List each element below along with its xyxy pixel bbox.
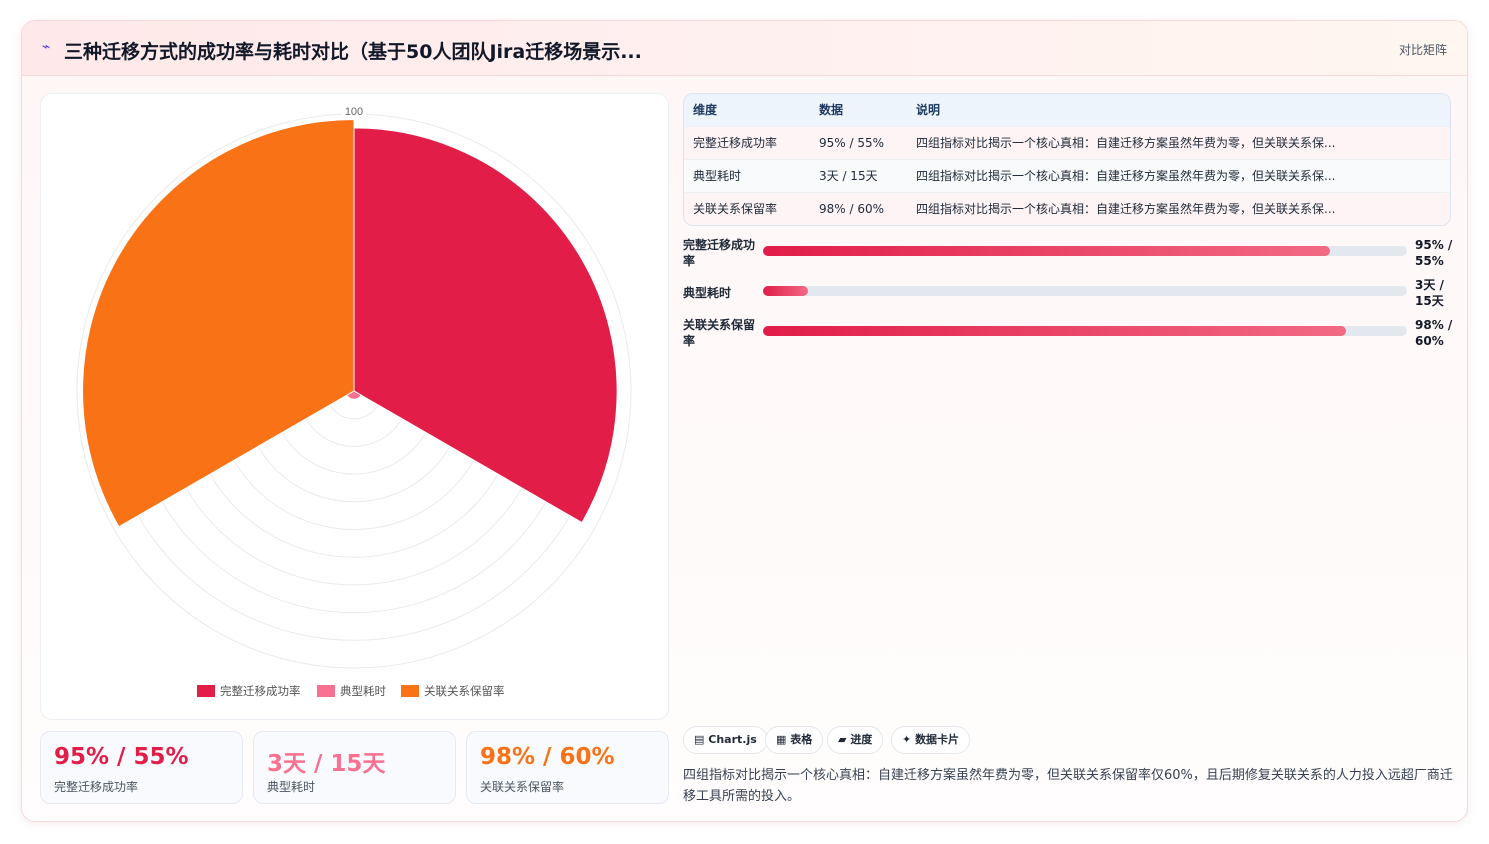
data-table: 维度 数据 说明 完整迁移成功率 95% / 55% 四组指标对比揭示一个核心真…: [683, 93, 1451, 226]
chip-label: Chart.js: [708, 733, 757, 746]
table-cell: 典型耗时: [693, 169, 742, 183]
kpi-card: 95% / 55% 完整迁移成功率: [40, 731, 243, 804]
table-icon: ▦: [776, 733, 787, 746]
table-header-row: 维度 数据 说明: [684, 94, 1450, 126]
progress-value: 95% / 55%: [1415, 238, 1453, 268]
chip-data-card[interactable]: ✦ 数据卡片: [891, 726, 971, 754]
legend-label: 典型耗时: [340, 684, 386, 698]
legend-label: 完整迁移成功率: [220, 684, 301, 698]
progress-track: [763, 326, 1407, 336]
polar-segment: [353, 127, 618, 524]
table-cell: 四组指标对比揭示一个核心真相：自建迁移方案虽然年费为零，但关联关系保...: [916, 202, 1336, 217]
card-title: 三种迁移方式的成功率与耗时对比（基于50人团队Jira迁移场景示...: [64, 41, 642, 63]
kpi-card: 3天 / 15天 典型耗时: [253, 731, 456, 804]
chip-label: 数据卡片: [915, 733, 960, 746]
progress-row: 完整迁移成功率 95% / 55%: [683, 237, 1453, 271]
summary-note: 四组指标对比揭示一个核心真相：自建迁移方案虽然年费为零，但关联关系保留率仅60%…: [683, 768, 1453, 804]
table-cell: 关联关系保留率: [693, 202, 778, 217]
chip-label: 进度: [850, 733, 873, 746]
table-row: 关联关系保留率 98% / 60% 四组指标对比揭示一个核心真相：自建迁移方案虽…: [684, 192, 1450, 225]
table-row: 典型耗时 3天 / 15天 四组指标对比揭示一个核心真相：自建迁移方案虽然年费为…: [684, 159, 1450, 192]
table-cell: 四组指标对比揭示一个核心真相：自建迁移方案虽然年费为零，但关联关系保...: [916, 169, 1336, 183]
kpi-card: 98% / 60% 关联关系保留率: [466, 731, 669, 804]
comparison-card: ⌁ 三种迁移方式的成功率与耗时对比（基于50人团队Jira迁移场景示... 对比…: [21, 20, 1468, 822]
legend-label: 关联关系保留率: [424, 684, 505, 698]
legend-swatch: [197, 685, 215, 697]
card-header: ⌁ 三种迁移方式的成功率与耗时对比（基于50人团队Jira迁移场景示... 对比…: [22, 21, 1467, 76]
progress-row: 典型耗时 3天 / 15天: [683, 277, 1453, 311]
header-tag: 对比矩阵: [1398, 43, 1447, 57]
table-cell: 98% / 60%: [819, 201, 885, 216]
progress-label: 典型耗时: [683, 286, 732, 300]
table-cell: 四组指标对比揭示一个核心真相：自建迁移方案虽然年费为零，但关联关系保...: [916, 136, 1336, 150]
table-header-cell: 数据: [819, 103, 844, 118]
table-cell: 完整迁移成功率: [693, 136, 778, 150]
progress-track: [763, 246, 1407, 256]
progress-fill: [763, 326, 1346, 336]
progress-fill: [763, 246, 1330, 256]
sparkle-icon: ✦: [902, 733, 912, 746]
lightning-icon: ⌁: [42, 39, 51, 55]
chip-progress[interactable]: ▰ 进度: [827, 726, 884, 754]
progress-label: 关联关系保留率: [683, 318, 756, 348]
chart-icon: ▤: [694, 733, 705, 746]
kpi-label: 关联关系保留率: [480, 780, 565, 794]
legend-swatch: [317, 685, 335, 697]
table-cell: 95% / 55%: [819, 135, 885, 150]
table-cell: 3天 / 15天: [819, 169, 878, 183]
table-row: 完整迁移成功率 95% / 55% 四组指标对比揭示一个核心真相：自建迁移方案虽…: [684, 126, 1450, 159]
tick-label: 100: [345, 106, 363, 118]
kpi-value: 3天 / 15天: [267, 751, 386, 777]
polar-chart-panel: 100 完整迁移成功率 典型耗时 关联关系保留率: [40, 93, 669, 720]
kpi-label: 完整迁移成功率: [54, 780, 139, 794]
chip-chartjs[interactable]: ▤ Chart.js: [683, 726, 768, 754]
kpi-value: 98% / 60%: [480, 744, 615, 770]
kpi-label: 典型耗时: [267, 780, 316, 794]
polar-segment: [82, 119, 355, 528]
chip-table[interactable]: ▦ 表格: [765, 726, 824, 754]
table-header-cell: 维度: [693, 103, 718, 118]
polar-area-chart: 100 完整迁移成功率 典型耗时 关联关系保留率: [76, 105, 632, 698]
progress-track: [763, 286, 1407, 296]
progress-icon: ▰: [838, 733, 847, 746]
table-header-cell: 说明: [916, 103, 941, 118]
progress-value: 98% / 60%: [1415, 318, 1453, 348]
progress-label: 完整迁移成功率: [683, 238, 756, 268]
chip-label: 表格: [790, 733, 813, 746]
progress-value: 3天 / 15天: [1415, 278, 1444, 308]
legend-swatch: [401, 685, 419, 697]
progress-fill: [763, 286, 809, 296]
progress-row: 关联关系保留率 98% / 60%: [683, 317, 1453, 351]
kpi-value: 95% / 55%: [54, 744, 189, 770]
